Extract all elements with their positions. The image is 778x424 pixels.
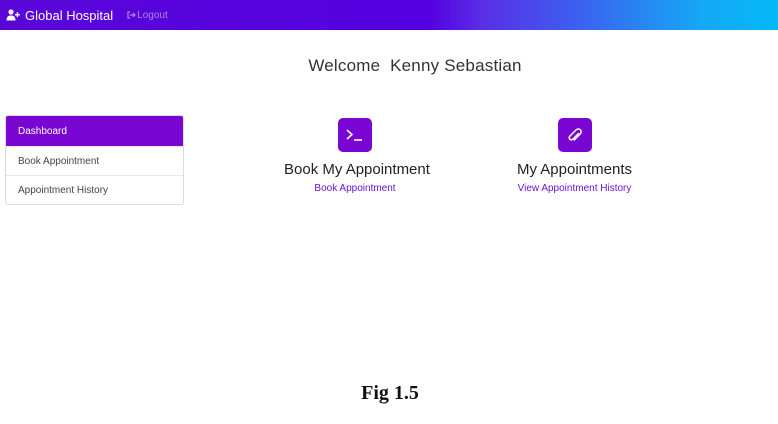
sidebar-item-appointment-history[interactable]: Appointment History xyxy=(6,175,183,204)
sidebar-item-dashboard[interactable]: Dashboard xyxy=(6,116,183,146)
brand-label: Global Hospital xyxy=(25,7,114,23)
my-appointments-card: My Appointments View Appointment History xyxy=(509,118,640,194)
terminal-icon[interactable] xyxy=(338,118,372,152)
card-title: Book My Appointment xyxy=(284,161,430,178)
logout-link[interactable]: Logout xyxy=(127,10,168,21)
book-appointment-card: Book My Appointment Book Appointment xyxy=(284,118,430,194)
sidebar-item-label: Appointment History xyxy=(18,184,109,196)
card-title: My Appointments xyxy=(516,161,633,178)
figure-caption: Fig 1.5 xyxy=(361,382,419,404)
sidebar-item-book-appointment[interactable]: Book Appointment xyxy=(6,146,183,175)
welcome-heading: Welcome Kenny Sebastian xyxy=(308,56,522,75)
sign-out-icon xyxy=(127,11,137,19)
sidebar-menu: Dashboard Book Appointment Appointment H… xyxy=(5,115,184,205)
book-appointment-link[interactable]: Book Appointment xyxy=(284,183,426,194)
sidebar-item-label: Book Appointment xyxy=(18,155,100,167)
sidebar-item-label: Dashboard xyxy=(18,125,67,137)
paperclip-icon[interactable] xyxy=(557,118,592,152)
brand-link[interactable]: Global Hospital xyxy=(6,8,113,23)
view-appointment-history-link[interactable]: View Appointment History xyxy=(509,183,640,194)
user-plus-icon xyxy=(6,9,20,21)
top-navbar: Global Hospital Logout xyxy=(0,0,778,30)
logout-label: Logout xyxy=(137,9,168,21)
